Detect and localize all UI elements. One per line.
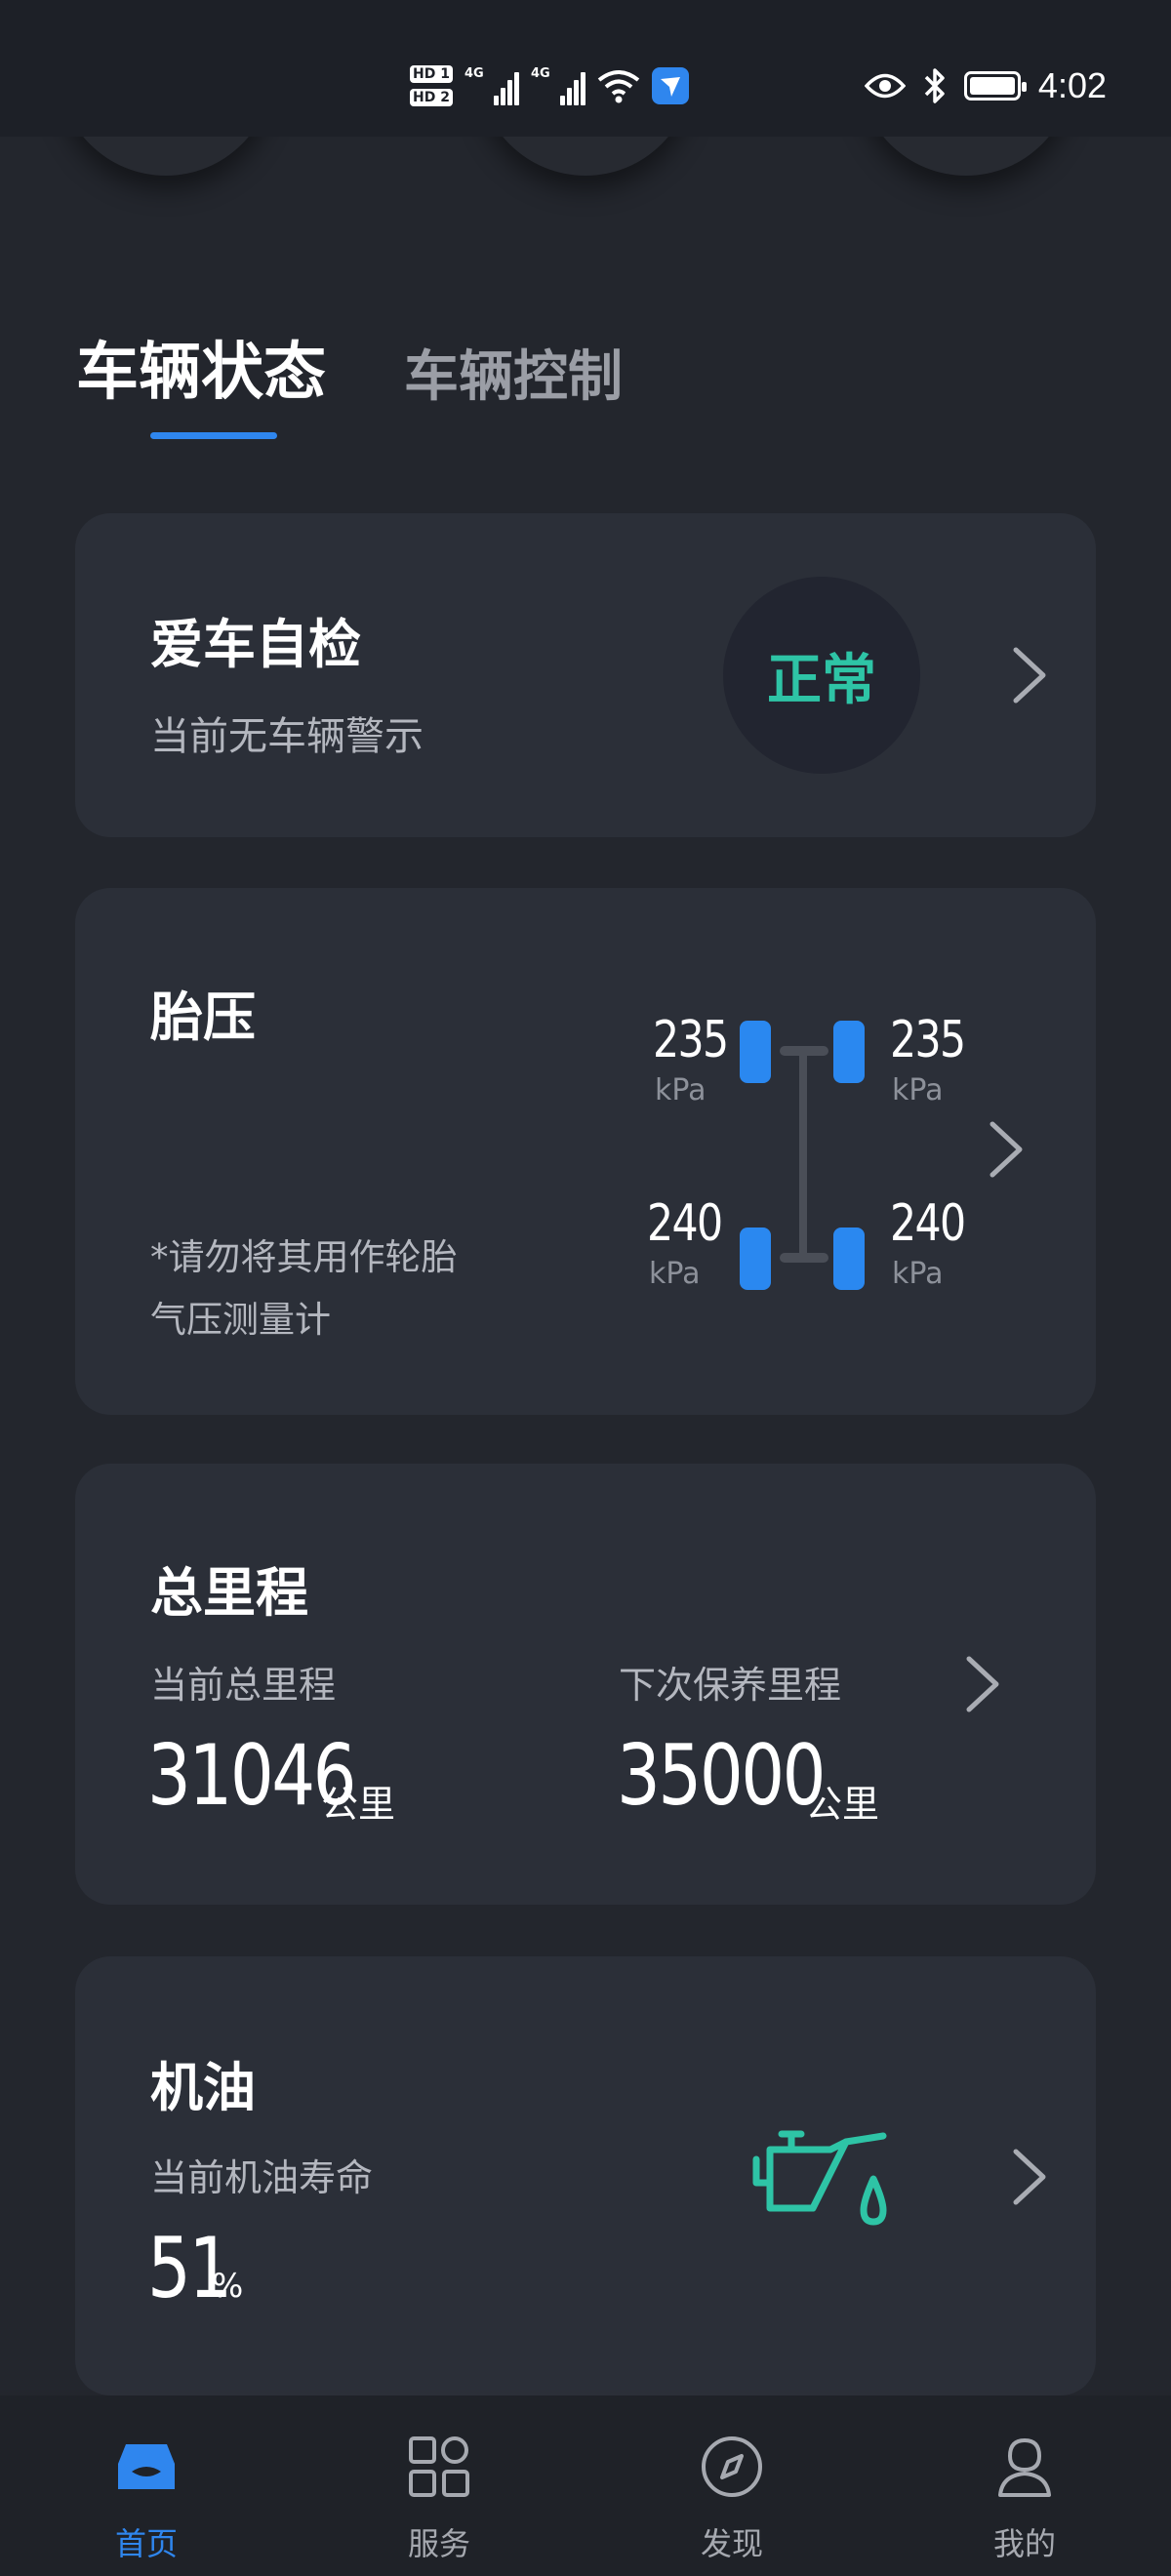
chassis-axle-rear (780, 1253, 828, 1263)
battery-icon (963, 71, 1027, 101)
nav-profile[interactable]: 我的 (878, 2395, 1171, 2576)
tab-bar: 车辆状态 车辆控制 (76, 322, 623, 439)
self-check-title: 爱车自检 (150, 614, 361, 675)
tire-front-left-unit: kPa (655, 1073, 707, 1107)
wifi-icon (597, 70, 640, 103)
grid-icon (409, 2436, 469, 2497)
sim1-badge: HD 1 (410, 65, 453, 83)
nav-discover-label: 发现 (700, 2525, 763, 2562)
oil-life-label: 当前机油寿命 (150, 2156, 374, 2199)
chassis-axle-vertical (799, 1050, 807, 1261)
tire-rear-right-unit: kPa (892, 1257, 944, 1291)
tire-front-left-icon (740, 1021, 771, 1083)
nav-home[interactable]: 首页 (0, 2395, 293, 2576)
mileage-title: 总里程 (150, 1562, 308, 1624)
oil-card[interactable]: 机油 当前机油寿命 51 % (75, 1956, 1096, 2395)
tire-pressure-card[interactable]: 胎压 *请勿将其用作轮胎 气压测量计 235 kPa 235 kPa 240 k… (75, 888, 1096, 1415)
car-home-icon (118, 2444, 175, 2489)
status-right: 4:02 (864, 59, 1107, 113)
sim2-label: HD 2 (410, 89, 453, 106)
network-type-1: 4G (464, 66, 484, 81)
mileage-current-unit: 公里 (321, 1783, 396, 1826)
status-left: HD 1 HD 2 4G 4G (410, 55, 689, 117)
tire-pressure-title: 胎压 (150, 986, 256, 1048)
chassis-axle-front (780, 1046, 828, 1056)
mileage-next-unit: 公里 (805, 1783, 880, 1826)
profile-icon (998, 2438, 1051, 2497)
compass-icon (702, 2436, 762, 2497)
self-check-subtitle: 当前无车辆警示 (150, 714, 424, 759)
nav-home-label: 首页 (114, 2525, 178, 2562)
signal-1-icon: 4G (464, 66, 519, 105)
tire-pressure-note-line2: 气压测量计 (150, 1299, 331, 1341)
status-bar: HD 1 HD 2 4G 4G 4:02 (0, 0, 1171, 137)
tab-vehicle-status[interactable]: 车辆状态 (76, 322, 326, 439)
tire-rear-left-icon (740, 1228, 771, 1290)
oil-can-icon (752, 2130, 887, 2226)
tire-pressure-chevron-icon (987, 1118, 1026, 1181)
self-check-card[interactable]: 爱车自检 当前无车辆警示 正常 (75, 513, 1096, 837)
nav-profile-label: 我的 (992, 2525, 1056, 2562)
eye-icon (864, 73, 906, 99)
mileage-next-label: 下次保养里程 (619, 1664, 842, 1707)
nav-services[interactable]: 服务 (293, 2395, 586, 2576)
tire-front-right-value: 235 (890, 1011, 966, 1069)
tire-front-left-value: 235 (653, 1011, 729, 1069)
tire-front-right-unit: kPa (892, 1073, 944, 1107)
sim1-label: HD 1 (410, 65, 453, 83)
status-time: 4:02 (1037, 65, 1107, 105)
mileage-current-label: 当前总里程 (150, 1664, 337, 1707)
mileage-card[interactable]: 总里程 当前总里程 31046 公里 下次保养里程 35000 公里 (75, 1464, 1096, 1905)
tire-rear-right-value: 240 (890, 1194, 966, 1253)
tab-vehicle-status-label: 车辆状态 (76, 337, 326, 409)
tire-rear-left-value: 240 (647, 1194, 723, 1253)
self-check-chevron-icon (1010, 644, 1049, 706)
mileage-next-value: 35000 (617, 1727, 827, 1825)
self-check-status-badge: 正常 (723, 577, 920, 774)
network-type-2: 4G (530, 66, 550, 81)
oil-title: 机油 (150, 2057, 256, 2118)
tire-rear-left-unit: kPa (649, 1257, 701, 1291)
tire-front-right-icon (833, 1021, 865, 1083)
signal-2-icon: 4G (531, 66, 586, 105)
oil-life-unit: % (212, 2267, 244, 2306)
bluetooth-icon (924, 68, 945, 103)
tire-pressure-note-line1: *请勿将其用作轮胎 (150, 1236, 458, 1278)
tire-rear-right-icon (833, 1228, 865, 1290)
nav-discover[interactable]: 发现 (586, 2395, 878, 2576)
app-notification-icon (651, 67, 689, 104)
tab-vehicle-control-label: 车辆控制 (404, 345, 623, 409)
tab-active-indicator (150, 432, 277, 439)
sim-indicators: HD 1 HD 2 (410, 65, 453, 106)
bottom-navigation: 首页 服务 发现 我的 (0, 2395, 1171, 2576)
sim2-badge: HD 2 (410, 89, 453, 106)
tab-vehicle-control[interactable]: 车辆控制 (404, 333, 623, 412)
mileage-chevron-icon (963, 1653, 1002, 1715)
oil-chevron-icon (1010, 2146, 1049, 2208)
nav-services-label: 服务 (407, 2525, 470, 2562)
